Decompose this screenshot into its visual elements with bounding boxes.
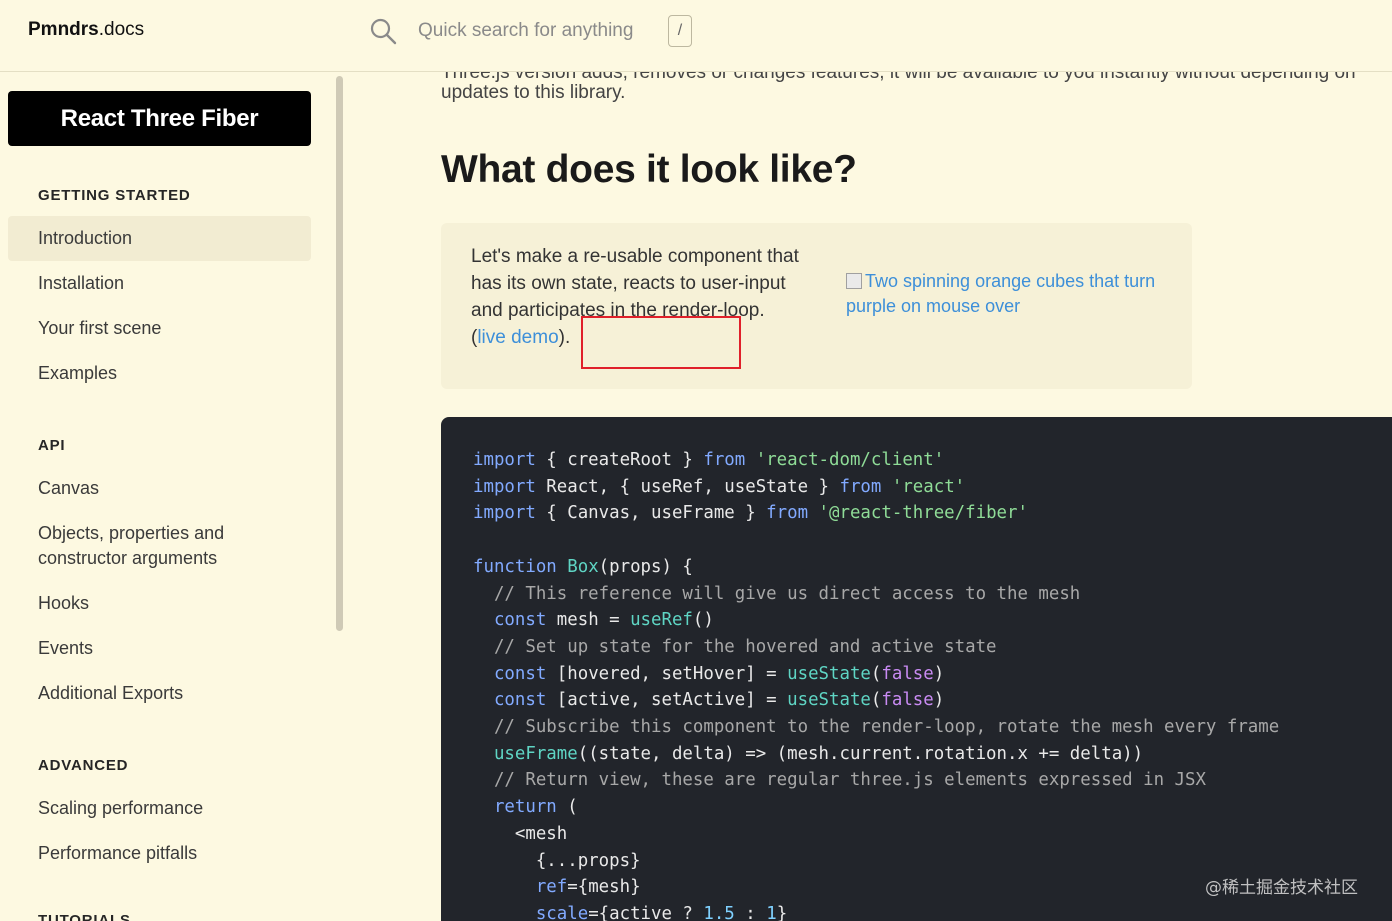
highlight-annotation <box>581 316 741 369</box>
project-title-button[interactable]: React Three Fiber <box>8 91 311 146</box>
sidebar-item-additional-exports[interactable]: Additional Exports <box>8 681 311 706</box>
sidebar-item-performance-pitfalls[interactable]: Performance pitfalls <box>8 841 311 866</box>
code-block: import { createRoot } from 'react-dom/cl… <box>441 417 1392 921</box>
watermark: @稀土掘金技术社区 <box>1205 878 1358 898</box>
search-icon[interactable] <box>369 17 397 45</box>
live-demo-link[interactable]: live demo <box>477 327 558 348</box>
site-logo[interactable]: Pmndrs.docs <box>28 19 144 41</box>
sidebar-item-events[interactable]: Events <box>8 636 311 661</box>
section-advanced: ADVANCED <box>38 757 129 774</box>
sidebar-item-introduction[interactable]: Introduction <box>8 216 311 261</box>
demo-image-alt: Two spinning orange cubes that turn purp… <box>846 271 1156 316</box>
section-heading: What does it look like? <box>441 148 857 191</box>
sidebar-item-canvas[interactable]: Canvas <box>8 476 311 501</box>
section-tutorials: TUTORIALS <box>38 912 131 921</box>
sidebar-scrollbar[interactable] <box>336 76 343 631</box>
search-input[interactable] <box>418 17 658 45</box>
sidebar-item-installation[interactable]: Installation <box>8 271 311 296</box>
section-api: API <box>38 437 66 454</box>
demo-callout: Let's make a re-usable component that ha… <box>441 223 1192 389</box>
sidebar-item-scaling-performance[interactable]: Scaling performance <box>8 796 311 821</box>
sidebar-item-hooks[interactable]: Hooks <box>8 591 311 616</box>
sidebar: React Three Fiber GETTING STARTED Introd… <box>0 72 345 921</box>
logo-bold: Pmndrs <box>28 19 99 40</box>
demo-image[interactable]: Two spinning orange cubes that turn purp… <box>846 269 1166 319</box>
sidebar-item-your-first-scene[interactable]: Your first scene <box>8 316 311 341</box>
code-content: import { createRoot } from 'react-dom/cl… <box>473 450 1280 921</box>
callout-tail: ). <box>558 327 571 348</box>
sidebar-item-examples[interactable]: Examples <box>8 361 311 386</box>
paragraph-tail: updates to this library. <box>441 82 626 103</box>
top-bar: Pmndrs.docs / <box>0 0 1392 72</box>
main-content: Three.js version adds, removes or change… <box>441 72 1392 921</box>
logo-thin: .docs <box>98 19 145 40</box>
search-shortcut-key: / <box>668 15 692 47</box>
broken-image-icon <box>846 273 862 289</box>
sidebar-item-objects-properties[interactable]: Objects, properties and constructor argu… <box>8 521 268 571</box>
section-getting-started: GETTING STARTED <box>38 187 191 204</box>
